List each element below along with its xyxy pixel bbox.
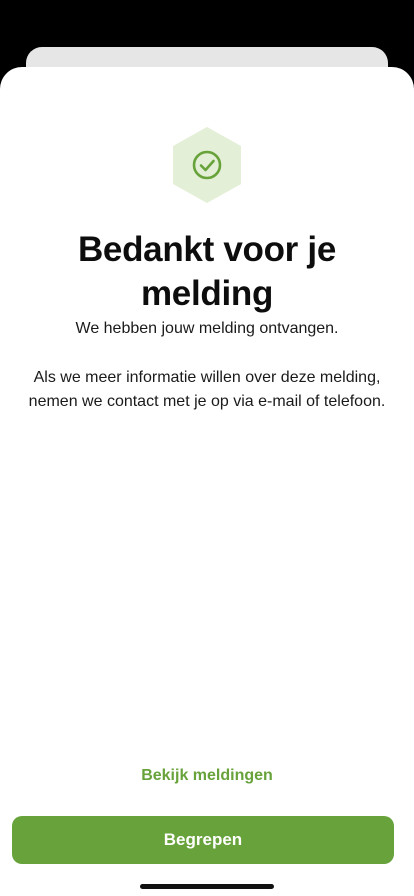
confirm-button[interactable]: Begrepen bbox=[12, 816, 394, 864]
contact-info-text: Als we meer informatie willen over deze … bbox=[28, 369, 386, 410]
screen: Bedankt voor je melding We hebben jouw m… bbox=[0, 0, 414, 896]
check-circle-icon bbox=[173, 127, 241, 203]
success-badge bbox=[172, 126, 242, 204]
home-indicator[interactable] bbox=[140, 884, 274, 889]
confirmation-subtitle: We hebben jouw melding ontvangen. bbox=[75, 320, 339, 337]
view-reports-link[interactable]: Bekijk meldingen bbox=[0, 765, 414, 787]
page-title: Bedankt voor je melding bbox=[77, 230, 337, 313]
